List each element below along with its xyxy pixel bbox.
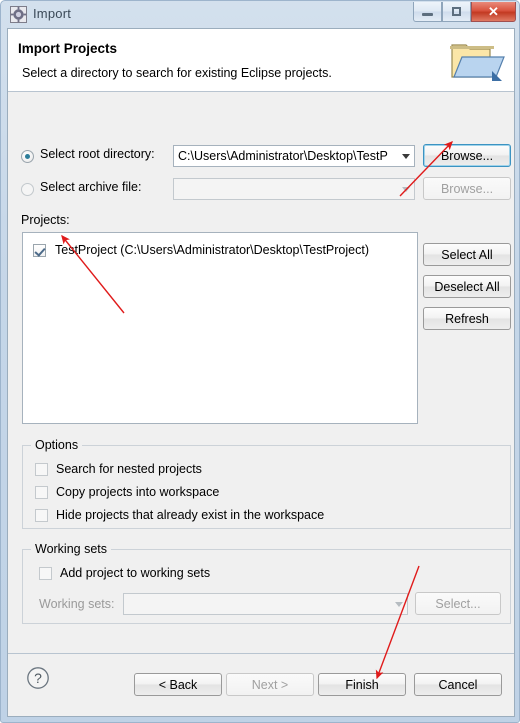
- add-project-to-working-sets-label: Add project to working sets: [60, 566, 211, 580]
- option-label: Search for nested projects: [56, 462, 202, 476]
- wizard-body: Select root directory: C:\Users\Administ…: [8, 93, 514, 653]
- chevron-down-icon: [395, 602, 403, 607]
- minimize-button[interactable]: [413, 2, 442, 22]
- root-directory-value: C:\Users\Administrator\Desktop\TestP: [178, 149, 388, 163]
- title-bar[interactable]: Import ✕: [1, 1, 520, 28]
- dialog-footer: ? < Back Next > Finish Cancel: [8, 653, 514, 716]
- import-wizard-icon: [10, 6, 27, 23]
- option-label: Hide projects that already exist in the …: [56, 508, 325, 522]
- checkbox[interactable]: [35, 485, 48, 499]
- dialog-client-area: Import Projects Select a directory to se…: [7, 28, 515, 717]
- list-item[interactable]: TestProject (C:\Users\Administrator\Desk…: [33, 243, 369, 257]
- options-group-title: Options: [31, 438, 83, 452]
- maximize-icon: [443, 2, 470, 21]
- working-sets-label: Working sets:: [39, 597, 115, 611]
- refresh-button[interactable]: Refresh: [423, 307, 511, 330]
- working-sets-group-title: Working sets: [31, 542, 112, 556]
- open-folder-icon: [450, 44, 505, 81]
- help-question-icon[interactable]: ?: [26, 666, 50, 690]
- option-search-nested-projects[interactable]: Search for nested projects: [35, 462, 202, 476]
- add-project-to-working-sets-row[interactable]: Add project to working sets: [39, 566, 210, 580]
- browse-archive-file-button: Browse...: [423, 177, 511, 200]
- radio-select-archive-file[interactable]: [21, 183, 34, 196]
- page-title: Import Projects: [18, 41, 118, 56]
- archive-file-combo: [173, 178, 415, 200]
- page-description: Select a directory to search for existin…: [22, 66, 332, 80]
- deselect-all-button[interactable]: Deselect All: [423, 275, 511, 298]
- root-directory-combo[interactable]: C:\Users\Administrator\Desktop\TestP: [173, 145, 415, 167]
- back-button[interactable]: < Back: [134, 673, 222, 696]
- checkbox[interactable]: [35, 508, 48, 522]
- browse-root-directory-button[interactable]: Browse...: [423, 144, 511, 167]
- wizard-header: Import Projects Select a directory to se…: [8, 29, 514, 92]
- finish-button[interactable]: Finish: [318, 673, 406, 696]
- label-select-archive-file: Select archive file:: [40, 180, 142, 194]
- maximize-button[interactable]: [442, 2, 471, 22]
- checkbox[interactable]: [35, 462, 48, 476]
- option-copy-projects-into-workspace[interactable]: Copy projects into workspace: [35, 485, 219, 499]
- cancel-button[interactable]: Cancel: [414, 673, 502, 696]
- projects-label: Projects:: [21, 213, 70, 227]
- options-group: Options Search for nested projects Copy …: [22, 438, 511, 529]
- option-hide-existing-projects[interactable]: Hide projects that already exist in the …: [35, 508, 324, 522]
- working-sets-combo: [123, 593, 408, 615]
- chevron-down-icon: [402, 154, 410, 159]
- project-label: TestProject (C:\Users\Administrator\Desk…: [55, 243, 369, 257]
- minimize-icon: [414, 2, 441, 21]
- projects-list[interactable]: TestProject (C:\Users\Administrator\Desk…: [22, 232, 418, 424]
- chevron-down-icon: [402, 187, 410, 192]
- close-icon: ✕: [488, 3, 499, 19]
- svg-text:?: ?: [34, 670, 42, 686]
- radio-select-root-directory[interactable]: [21, 150, 34, 163]
- select-all-button[interactable]: Select All: [423, 243, 511, 266]
- import-dialog-window: Import ✕ Import Projects Select a direct…: [0, 0, 520, 723]
- label-select-root-directory: Select root directory:: [40, 147, 155, 161]
- close-button[interactable]: ✕: [471, 2, 516, 22]
- working-sets-select-button: Select...: [415, 592, 501, 615]
- next-button: Next >: [226, 673, 314, 696]
- project-checkbox[interactable]: [33, 243, 46, 257]
- working-sets-group: Working sets Add project to working sets…: [22, 542, 511, 624]
- option-label: Copy projects into workspace: [56, 485, 220, 499]
- add-project-to-working-sets-checkbox[interactable]: [39, 566, 52, 580]
- window-title: Import: [33, 6, 72, 21]
